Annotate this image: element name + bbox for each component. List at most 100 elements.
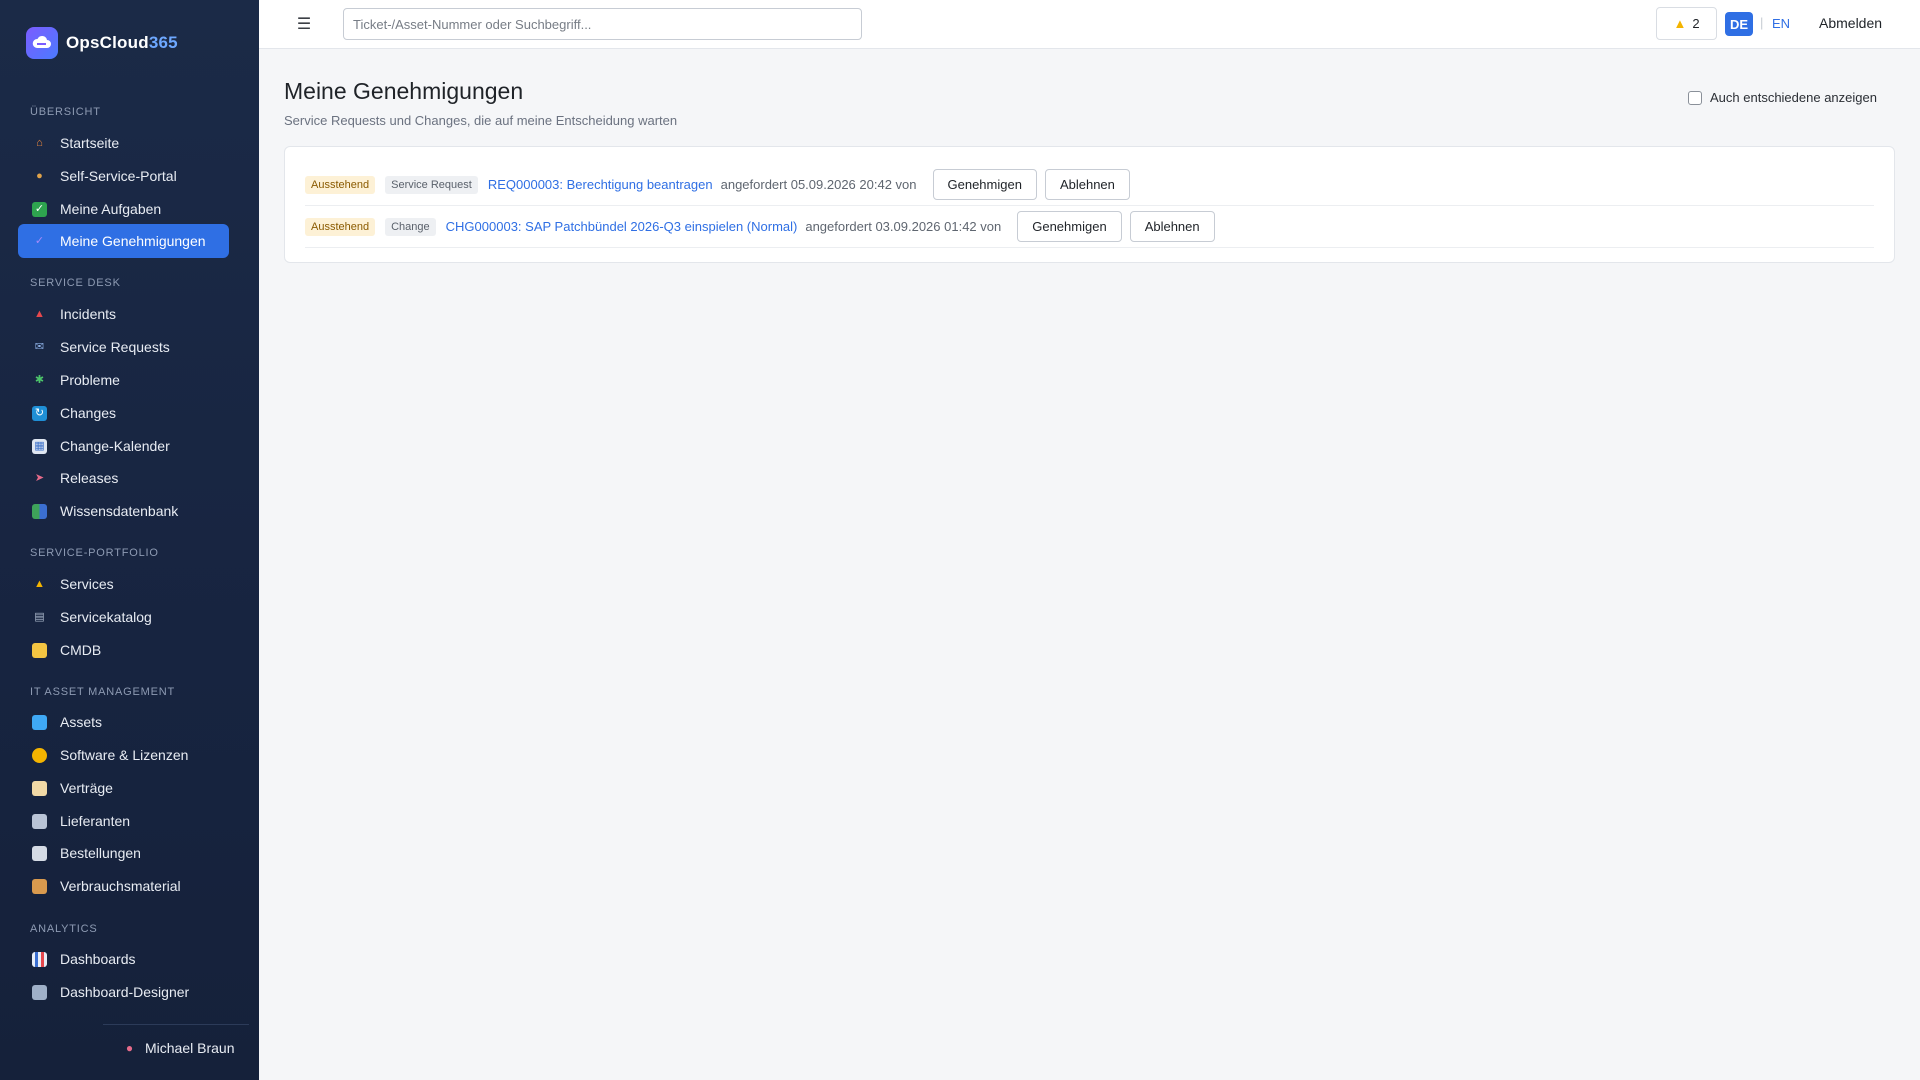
sidebar-item-dashboards[interactable]: Dashboards bbox=[18, 942, 229, 976]
user-divider bbox=[103, 1024, 249, 1025]
show-decided-label: Auch entschiedene anzeigen bbox=[1710, 90, 1877, 105]
check-box-icon: ✓ bbox=[32, 201, 47, 217]
catalog-icon: ▤ bbox=[34, 610, 45, 623]
user-profile[interactable]: ● Michael Braun bbox=[122, 1038, 235, 1058]
status-badge: Ausstehend bbox=[305, 217, 376, 236]
language-separator: | bbox=[1760, 15, 1764, 30]
sidebar-item-label: Verträge bbox=[60, 780, 113, 796]
cycle-icon: ↻ bbox=[32, 405, 47, 421]
sidebar-item-label: Verbrauchsmaterial bbox=[60, 878, 181, 894]
sidebar-item-label: Service Requests bbox=[60, 339, 170, 355]
sidebar-item-label: Wissensdatenbank bbox=[60, 503, 179, 519]
approve-button[interactable]: Genehmigen bbox=[1017, 211, 1122, 242]
sidebar-item-meine-aufgaben[interactable]: ✓ Meine Aufgaben bbox=[18, 192, 229, 226]
bell-icon: ▲ bbox=[1673, 16, 1687, 31]
sidebar-item-servicekatalog[interactable]: ▤ Servicekatalog bbox=[18, 600, 229, 634]
show-decided-checkbox[interactable] bbox=[1688, 90, 1702, 105]
cloud-logo-icon bbox=[26, 26, 58, 59]
bar-chart-icon bbox=[32, 951, 47, 967]
sidebar-item-software-lizenzen[interactable]: Software & Lizenzen bbox=[18, 738, 229, 772]
sidebar-item-label: Lieferanten bbox=[60, 813, 131, 829]
brand-name: OpsCloud365 bbox=[66, 32, 178, 52]
type-badge: Service Request bbox=[385, 175, 478, 194]
sidebar-item-lieferanten[interactable]: Lieferanten bbox=[18, 804, 229, 838]
sidebar-item-incidents[interactable]: ▲ Incidents bbox=[18, 297, 229, 331]
sidebar-item-label: Changes bbox=[60, 405, 117, 421]
sidebar-item-label: Self-Service-Portal bbox=[60, 168, 177, 184]
sidebar-item-meine-genehmigungen[interactable]: ✓ Meine Genehmigungen bbox=[18, 224, 229, 258]
sidebar-item-label: Meine Genehmigungen bbox=[60, 233, 206, 249]
siren-icon: ▲ bbox=[34, 307, 45, 320]
approve-button[interactable]: Genehmigen bbox=[932, 169, 1037, 200]
sidebar-item-label: Change-Kalender bbox=[60, 438, 170, 454]
books-icon bbox=[32, 503, 47, 519]
sidebar-item-cmdb[interactable]: CMDB bbox=[18, 633, 229, 667]
sidebar-item-service-requests[interactable]: ✉ Service Requests bbox=[18, 330, 229, 364]
language-de-button[interactable]: DE bbox=[1725, 12, 1753, 36]
sidebar-item-probleme[interactable]: ✱ Probleme bbox=[18, 363, 229, 397]
checkmark-icon: ✓ bbox=[34, 234, 45, 247]
hamburger-menu-icon[interactable]: ☰ bbox=[294, 14, 314, 34]
approvals-card: Ausstehend Service Request REQ000003: Be… bbox=[284, 146, 1895, 263]
grid-icon bbox=[32, 984, 47, 1000]
approval-row: Ausstehend Service Request REQ000003: Be… bbox=[305, 164, 1874, 206]
sidebar-item-verbrauchsmaterial[interactable]: Verbrauchsmaterial bbox=[18, 869, 229, 903]
sidebar-item-label: Dashboards bbox=[60, 951, 136, 967]
laptop-icon bbox=[32, 714, 47, 730]
reject-button[interactable]: Ablehnen bbox=[1129, 211, 1215, 242]
page-subtitle: Service Requests und Changes, die auf me… bbox=[284, 113, 678, 128]
sidebar-item-self-service-portal[interactable]: ● Self-Service-Portal bbox=[18, 159, 229, 193]
sidebar-item-label: Dashboard-Designer bbox=[60, 984, 190, 1000]
sidebar-item-wissensdatenbank[interactable]: Wissensdatenbank bbox=[18, 494, 229, 528]
sidebar-item-label: Software & Lizenzen bbox=[60, 747, 189, 763]
nav-section-title: ANALYTICS bbox=[30, 923, 98, 935]
sidebar-item-label: Releases bbox=[60, 470, 119, 486]
type-badge: Change bbox=[385, 217, 436, 236]
scroll-icon bbox=[32, 780, 47, 796]
sidebar-item-label: Startseite bbox=[60, 135, 120, 151]
sidebar-item-assets[interactable]: Assets bbox=[18, 705, 229, 739]
ticket-link[interactable]: CHG000003: SAP Patchbündel 2026-Q3 einsp… bbox=[446, 219, 798, 234]
notification-count: 2 bbox=[1692, 16, 1700, 31]
sidebar-item-dashboard-designer[interactable]: Dashboard-Designer bbox=[18, 975, 229, 1009]
sidebar-item-label: Incidents bbox=[60, 306, 117, 322]
page-title: Meine Genehmigungen bbox=[284, 78, 524, 104]
inbox-icon: ✉ bbox=[34, 340, 45, 353]
nav-section-title: IT ASSET MANAGEMENT bbox=[30, 686, 175, 698]
sidebar-item-changes[interactable]: ↻ Changes bbox=[18, 396, 229, 430]
ticket-link[interactable]: REQ000003: Berechtigung beantragen bbox=[488, 177, 713, 192]
brand[interactable]: OpsCloud365 bbox=[26, 26, 178, 59]
sidebar-item-label: Bestellungen bbox=[60, 845, 141, 861]
logout-button[interactable]: Abmelden bbox=[1819, 15, 1882, 31]
approval-row: Ausstehend Change CHG000003: SAP Patchbü… bbox=[305, 206, 1874, 248]
sidebar-item-change-kalender[interactable]: ▦ Change-Kalender bbox=[18, 429, 229, 463]
search-input[interactable] bbox=[343, 8, 862, 40]
sidebar-item-bestellungen[interactable]: Bestellungen bbox=[18, 836, 229, 870]
sidebar-item-label: Servicekatalog bbox=[60, 609, 152, 625]
notifications-button[interactable]: ▲ 2 bbox=[1656, 7, 1717, 40]
request-meta: angefordert 03.09.2026 01:42 von bbox=[805, 219, 1002, 234]
user-pin-icon: ● bbox=[125, 1041, 134, 1055]
sidebar: OpsCloud365 ÜBERSICHT ⌂ Startseite ● Sel… bbox=[0, 0, 259, 1080]
package-icon bbox=[32, 878, 47, 894]
user-name: Michael Braun bbox=[145, 1040, 235, 1056]
disc-icon bbox=[32, 747, 47, 763]
sidebar-item-label: CMDB bbox=[60, 642, 102, 658]
sidebar-item-startseite[interactable]: ⌂ Startseite bbox=[18, 126, 229, 160]
nav-section-title: ÜBERSICHT bbox=[30, 106, 101, 118]
building-icon bbox=[32, 813, 47, 829]
house-icon: ⌂ bbox=[36, 136, 43, 149]
show-decided-toggle[interactable]: Auch entschiedene anzeigen bbox=[1688, 90, 1877, 105]
sidebar-item-services[interactable]: ▲ Services bbox=[18, 567, 229, 601]
sidebar-item-label: Meine Aufgaben bbox=[60, 201, 162, 217]
folder-icon bbox=[32, 642, 47, 658]
receipt-icon bbox=[32, 845, 47, 861]
nav-section-title: SERVICE DESK bbox=[30, 277, 121, 289]
reject-button[interactable]: Ablehnen bbox=[1044, 169, 1130, 200]
sidebar-item-vertraege[interactable]: Verträge bbox=[18, 771, 229, 805]
language-en-button[interactable]: EN bbox=[1772, 16, 1790, 31]
sidebar-item-releases[interactable]: ➤ Releases bbox=[18, 461, 229, 495]
topbar: ☰ ▲ 2 DE | EN Abmelden bbox=[259, 0, 1920, 49]
calendar-icon: ▦ bbox=[32, 438, 47, 454]
sidebar-item-label: Services bbox=[60, 576, 114, 592]
